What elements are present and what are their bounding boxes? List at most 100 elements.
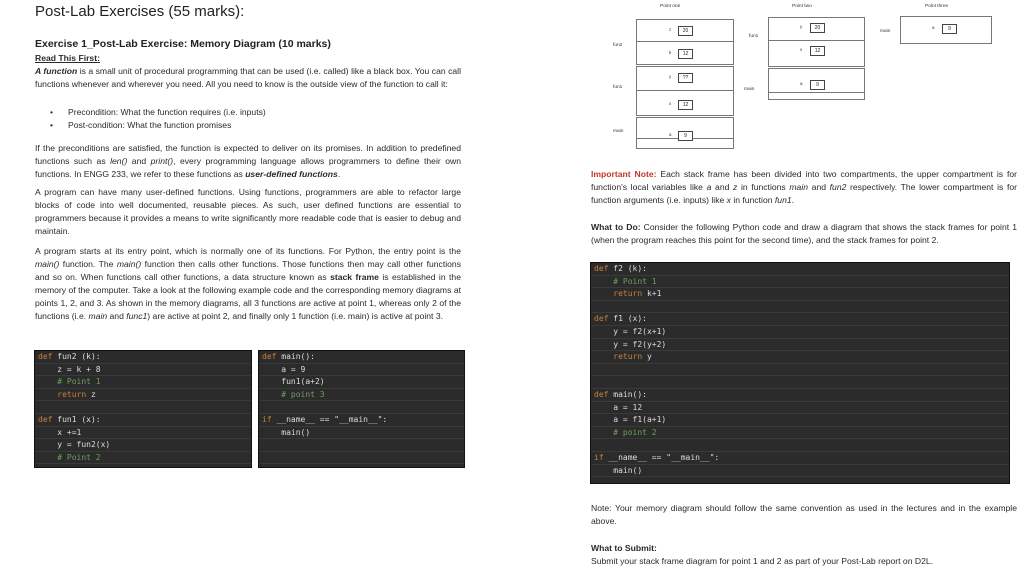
var-y-value: ??: [678, 73, 693, 83]
point-one-label: Point one: [660, 4, 681, 9]
code-line: def fun1 (x):: [35, 414, 251, 427]
code-text: a = f1(a+1): [594, 415, 667, 425]
var-a-value: 9: [810, 80, 825, 90]
final-note: Note: Your memory diagram should follow …: [591, 503, 1017, 526]
example-code-main: def main(): a = 9 fun1(a+2) # point 3 if…: [258, 350, 465, 468]
code-line: return z: [35, 389, 251, 402]
code-keyword: def: [262, 352, 282, 361]
code-line: [591, 364, 1009, 377]
code-keyword: def: [594, 264, 614, 273]
code-text: z: [90, 389, 96, 399]
code-comment: # point 2: [594, 427, 657, 437]
code-text: main():: [281, 352, 315, 361]
code-text: __name__ == "__main__":: [276, 414, 388, 424]
var-x-name: x: [669, 101, 672, 106]
code-line: y = fun2(x): [35, 439, 251, 452]
code-line: def main():: [259, 351, 464, 364]
code-line: [591, 376, 1009, 389]
var-a-name: a: [800, 81, 803, 86]
var-y-value: 20: [810, 23, 825, 33]
important-note: Important Note: Each stack frame has bee…: [591, 169, 1017, 205]
var-a-name: a: [669, 132, 672, 137]
page-title: Post-Lab Exercises (55 marks):: [35, 3, 245, 20]
code-line: z = k + 8: [35, 364, 251, 377]
code-text: main(): [594, 465, 643, 475]
code-line: main(): [259, 427, 464, 440]
code-line: [259, 439, 464, 452]
code-text: x +=1: [38, 427, 82, 437]
code-line: def main():: [591, 389, 1009, 402]
code-keyword: def: [594, 389, 614, 399]
code-line: return y: [591, 351, 1009, 364]
code-text: a = 9: [262, 364, 306, 374]
var-x-name: x: [800, 47, 803, 52]
var-a-name: a: [932, 25, 935, 30]
code-line: [259, 401, 464, 414]
code-comment: # Point 1: [594, 276, 657, 286]
frame-label-fun2: fun2: [613, 43, 623, 48]
code-comment: # Point 2: [38, 452, 101, 462]
frame-label-fun1: fun1: [613, 85, 623, 90]
code-text: f1 (x):: [613, 314, 647, 324]
code-keyword: return: [594, 352, 647, 362]
point-two-label: Point two: [792, 4, 812, 9]
var-k-name: k: [669, 50, 672, 55]
code-line: # point 3: [259, 389, 464, 402]
code-line: return k+1: [591, 288, 1009, 301]
code-keyword: if: [594, 452, 609, 462]
code-comment: # point 3: [262, 389, 325, 399]
code-line: [591, 439, 1009, 452]
code-text: y = f2(x+1): [594, 326, 667, 336]
var-a-value: 9: [678, 131, 693, 141]
code-line: a = 12: [591, 402, 1009, 415]
code-keyword: return: [38, 389, 91, 399]
var-z-value: 20: [678, 26, 693, 36]
var-y-name: y: [669, 74, 672, 79]
code-text: f2 (k):: [613, 264, 647, 273]
code-line: # Point 1: [35, 376, 251, 389]
code-line: def fun2 (k):: [35, 351, 251, 364]
code-line: x +=1: [35, 427, 251, 440]
code-line: # Point 1: [591, 276, 1009, 289]
exercise-code: def f2 (k): # Point 1 return k+1 def f1 …: [590, 262, 1010, 484]
refactor-paragraph: A program can have many user-defined fun…: [35, 187, 461, 236]
code-line: a = 9: [259, 364, 464, 377]
code-text: y = fun2(x): [38, 440, 111, 450]
code-text: main(): [262, 427, 311, 437]
code-text: fun1(a+2): [262, 377, 325, 387]
code-line: main(): [591, 465, 1009, 478]
submit-text: Submit your stack frame diagram for poin…: [591, 556, 934, 566]
frame-label-main: main: [880, 29, 891, 34]
list-item: • Precondition: What the function require…: [50, 107, 266, 117]
code-text: fun2 (k):: [57, 352, 101, 361]
code-keyword: def: [594, 314, 614, 324]
code-line: [591, 301, 1009, 314]
intro-text: is a small unit of procedural programmin…: [35, 66, 461, 89]
code-text: main():: [613, 389, 647, 399]
code-comment: # Point 1: [38, 377, 101, 387]
code-line: fun1(a+2): [259, 376, 464, 389]
entry-point-paragraph: A program starts at its entry point, whi…: [35, 246, 461, 321]
code-text: __name__ == "__main__":: [608, 452, 720, 462]
var-y-name: y: [800, 24, 803, 29]
code-line: y = f2(x+1): [591, 326, 1009, 339]
list-item: • Post-condition: What the function promi…: [50, 120, 232, 130]
code-line: if __name__ == "__main__":: [591, 452, 1009, 465]
intro-paragraph: A function is a small unit of procedural…: [35, 65, 461, 91]
code-line: y = f2(y+2): [591, 339, 1009, 352]
var-x-value: 12: [810, 46, 825, 56]
var-z-name: z: [669, 27, 672, 32]
code-line: # point 2: [591, 427, 1009, 440]
code-keyword: def: [38, 414, 58, 424]
code-text: y: [646, 352, 652, 362]
code-keyword: def: [38, 352, 58, 361]
var-k-value: 12: [678, 49, 693, 59]
preconditions-paragraph: If the preconditions are satisfied, the …: [35, 143, 461, 179]
code-text: z = k + 8: [38, 364, 101, 374]
code-keyword: if: [262, 414, 277, 424]
submit-title: What to Submit:: [591, 543, 657, 553]
code-line: [259, 452, 464, 465]
read-first-heading: Read This First:: [35, 53, 100, 63]
frame-label-main: main: [613, 129, 624, 134]
var-a-value: 9: [942, 24, 957, 34]
